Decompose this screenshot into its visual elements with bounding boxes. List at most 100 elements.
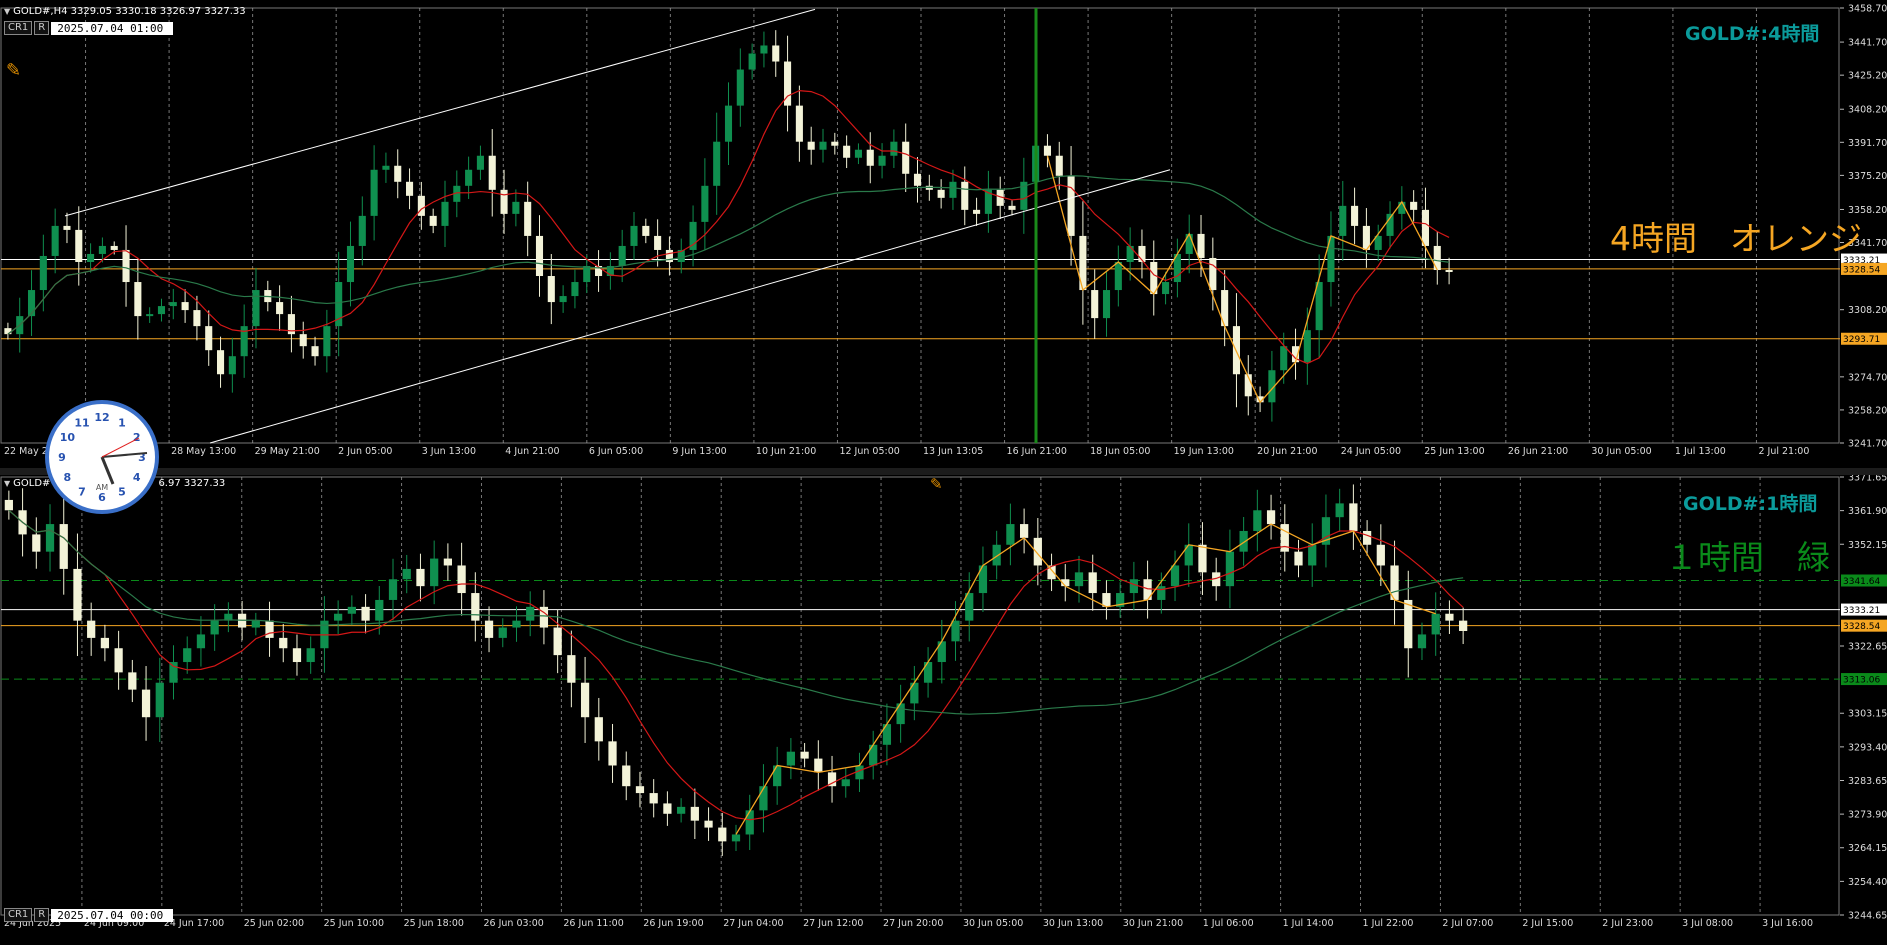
collapse-triangle-icon[interactable]: ▼ xyxy=(4,7,10,16)
candle-body xyxy=(311,346,319,357)
x-tick-label: 4 Jun 21:00 xyxy=(505,446,559,457)
candle-body xyxy=(580,682,590,718)
candle-body xyxy=(1303,330,1311,363)
candle-body xyxy=(841,779,850,787)
candle-body xyxy=(87,620,96,638)
candle-body xyxy=(1339,205,1347,236)
candle-body xyxy=(1157,586,1166,600)
cr1-box[interactable]: CR1 xyxy=(4,21,33,35)
y-tick-label: 3308.20 xyxy=(1848,305,1887,316)
y-tick-label: 3244.65 xyxy=(1848,911,1887,922)
candle-body xyxy=(701,185,709,222)
candle-body xyxy=(75,229,83,262)
candle-body xyxy=(583,265,591,283)
candle-body xyxy=(457,565,466,594)
candle-body xyxy=(110,245,118,250)
x-tick-label: 12 Jun 05:00 xyxy=(839,446,899,457)
candle-body xyxy=(1170,565,1180,587)
price-label-text: 3333.21 xyxy=(1843,606,1880,616)
candle-body xyxy=(465,169,473,186)
candle-body xyxy=(51,225,59,256)
h1-chart-pane[interactable]: 24 Jun 2025 24 Jun 09:00 24 Jun 17:00 25 Ju… xyxy=(0,473,1887,941)
collapse-triangle-icon[interactable]: ▼ xyxy=(4,479,10,488)
candle-body xyxy=(39,255,47,291)
y-tick-label: 3264.15 xyxy=(1848,843,1887,854)
candle-body xyxy=(1417,634,1427,649)
candle-body xyxy=(1445,613,1454,621)
candle-body xyxy=(155,682,164,718)
pencil-tool-icon-2[interactable]: ✎ xyxy=(930,475,943,493)
candle-body xyxy=(961,181,969,210)
candle-body xyxy=(663,803,672,814)
candle-body xyxy=(181,302,189,311)
candle-body xyxy=(759,786,768,811)
h1-chart-canvas[interactable]: 24 Jun 2025 24 Jun 09:00 24 Jun 17:00 25 Ju… xyxy=(0,473,1887,941)
y-tick-label: 3293.40 xyxy=(1848,742,1887,753)
candle-body xyxy=(276,302,284,315)
x-tick-label: 6 Jun 05:00 xyxy=(589,446,643,457)
candle-body xyxy=(1088,572,1097,594)
candle-body xyxy=(27,290,36,317)
pane-separator[interactable] xyxy=(0,468,1887,475)
x-tick-label: 20 Jun 21:00 xyxy=(1257,446,1317,457)
candle-body xyxy=(1019,524,1029,538)
candle-body xyxy=(535,235,544,277)
candle-body xyxy=(819,141,827,150)
candle-body xyxy=(183,648,192,663)
h4-time-stamp: CR1 R 2025.07.04 01:00 xyxy=(4,21,174,35)
pencil-tool-icon[interactable]: ✎ xyxy=(6,60,21,81)
candle-body xyxy=(73,568,82,621)
x-tick-label: 2 Jul 23:00 xyxy=(1602,918,1653,929)
candle-body xyxy=(843,145,851,158)
h4-chart-canvas[interactable]: 22 May 2027 May 05:0028 May 13:0029 May … xyxy=(0,0,1887,468)
channel-upper-line xyxy=(64,8,816,217)
candle-body xyxy=(498,627,507,638)
price-label-text: 3328.54 xyxy=(1843,622,1880,632)
candle-body xyxy=(949,181,957,198)
x-tick-label: 30 Jun 05:00 xyxy=(963,918,1023,929)
x-tick-label: 27 Jun 12:00 xyxy=(803,918,863,929)
x-tick-label: 3 Jul 16:00 xyxy=(1762,918,1813,929)
candle-body xyxy=(1055,155,1063,176)
r-box[interactable]: R xyxy=(34,21,50,35)
candle-body xyxy=(1225,551,1235,587)
candle-body xyxy=(1067,175,1075,236)
candle-body xyxy=(196,634,206,649)
candle-body xyxy=(973,209,981,214)
candle-body xyxy=(114,648,123,673)
h1-green-note: １時間 緑 xyxy=(1665,538,1830,577)
price-label-text: 3341.64 xyxy=(1843,577,1880,587)
candle-body xyxy=(210,620,219,635)
candle-body xyxy=(937,641,946,663)
candle-body xyxy=(279,637,288,649)
candle-body xyxy=(4,328,12,335)
candle-body xyxy=(471,593,480,621)
candle-body xyxy=(1197,233,1205,258)
clock-number: 10 xyxy=(60,431,76,444)
y-tick-label: 3361.90 xyxy=(1848,506,1887,517)
r-box-2[interactable]: R xyxy=(34,908,50,922)
candle-body xyxy=(1198,544,1207,573)
cr1-box-2[interactable]: CR1 xyxy=(4,908,33,922)
candle-body xyxy=(1006,524,1015,545)
candle-body xyxy=(512,201,520,214)
candle-body xyxy=(718,827,727,842)
h4-chart-pane[interactable]: 22 May 2027 May 05:0028 May 13:0029 May … xyxy=(0,0,1887,468)
price-label-text: 3328.54 xyxy=(1843,265,1880,275)
h1-header-right: 6.97 3327.33 xyxy=(158,478,226,489)
x-tick-label: 19 Jun 13:00 xyxy=(1174,446,1234,457)
candle-body xyxy=(402,568,411,580)
candle-body xyxy=(642,225,650,236)
candle-body xyxy=(745,810,754,835)
clock-number: 12 xyxy=(94,411,109,424)
x-tick-label: 25 Jun 18:00 xyxy=(404,918,464,929)
candle-body xyxy=(361,606,370,621)
candle-body xyxy=(913,173,922,186)
y-tick-label: 3254.40 xyxy=(1848,877,1887,888)
clock-number: 4 xyxy=(133,471,141,484)
x-tick-label: 28 May 13:00 xyxy=(171,446,236,457)
candle-body xyxy=(292,648,302,663)
candle-body xyxy=(1349,503,1358,531)
candle-body xyxy=(618,245,626,266)
candle-body xyxy=(594,717,603,742)
